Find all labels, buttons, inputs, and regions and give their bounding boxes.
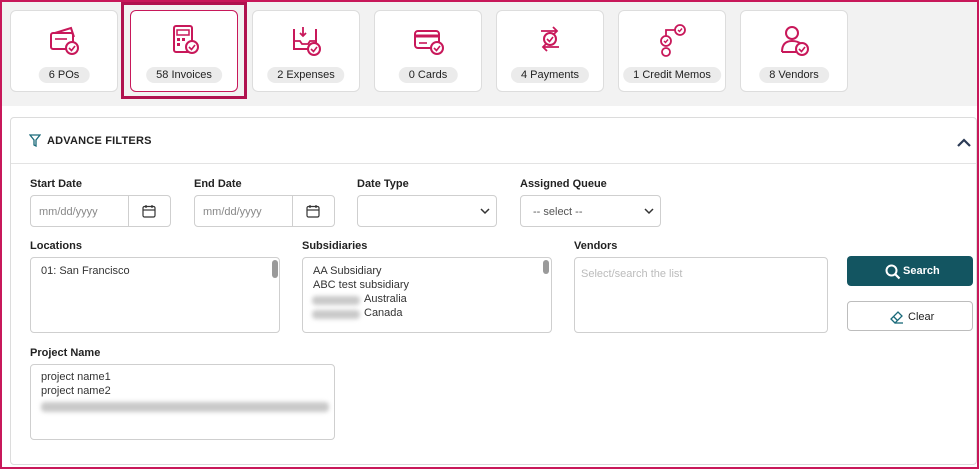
project-option[interactable]: project name2 <box>41 385 111 397</box>
calendar-icon <box>306 205 320 218</box>
chevron-down-icon <box>480 208 490 215</box>
project-name-label: Project Name <box>30 347 101 359</box>
project-name-listbox[interactable]: project name1 project name2 <box>30 364 335 440</box>
search-button-label: Search <box>903 265 940 277</box>
locations-label: Locations <box>30 240 82 252</box>
filter-funnel-icon <box>29 134 41 147</box>
location-option[interactable]: 01: San Francisco <box>41 265 130 277</box>
start-date-field[interactable]: mm/dd/yyyy <box>30 195 171 227</box>
tile-vendors-label: 8 Vendors <box>759 67 829 83</box>
subsidiaries-scrollbar[interactable] <box>543 260 549 274</box>
search-icon <box>885 264 901 280</box>
start-date-placeholder: mm/dd/yyyy <box>39 206 98 218</box>
subsidiary-option[interactable]: Australia <box>364 293 407 305</box>
subsidiary-option[interactable]: Canada <box>364 307 403 319</box>
tile-expenses[interactable]: 2 Expenses <box>252 10 360 92</box>
redacted-text <box>41 402 329 412</box>
assigned-queue-label: Assigned Queue <box>520 178 607 190</box>
date-type-select[interactable] <box>357 195 497 227</box>
end-date-label: End Date <box>194 178 242 190</box>
invoice-calculator-icon <box>173 25 199 54</box>
date-type-label: Date Type <box>357 178 409 190</box>
assigned-queue-value: -- select -- <box>533 206 583 218</box>
advance-filters-header[interactable]: ADVANCE FILTERS <box>11 118 976 164</box>
subsidiaries-label: Subsidiaries <box>302 240 368 252</box>
project-option[interactable]: project name1 <box>41 371 111 383</box>
tile-credit-memos-label: 1 Credit Memos <box>623 67 721 83</box>
end-date-placeholder: mm/dd/yyyy <box>203 206 262 218</box>
advance-filters-title: ADVANCE FILTERS <box>47 135 152 147</box>
subsidiaries-listbox[interactable]: AA Subsidiary ABC test subsidiary Austra… <box>302 257 552 333</box>
assigned-queue-select[interactable]: -- select -- <box>520 195 661 227</box>
tile-credit-memos[interactable]: 1 Credit Memos <box>618 10 726 92</box>
tile-payments-label: 4 Payments <box>510 67 590 83</box>
purchase-orders-icon <box>50 26 79 55</box>
chevron-down-icon <box>644 208 654 215</box>
end-date-calendar-button[interactable] <box>292 196 334 226</box>
search-button[interactable]: Search <box>847 256 973 286</box>
redacted-text <box>312 296 360 305</box>
calendar-icon <box>142 205 156 218</box>
locations-listbox[interactable]: 01: San Francisco <box>30 257 280 333</box>
tile-cards-label: 0 Cards <box>398 67 458 83</box>
vendors-listbox[interactable]: Select/search the list <box>574 257 828 333</box>
expenses-tray-icon <box>293 27 321 56</box>
eraser-icon <box>890 311 903 324</box>
advance-filters-panel: ADVANCE FILTERS Start Date End Date Date… <box>10 117 977 465</box>
clear-button-label: Clear <box>908 311 935 323</box>
subsidiary-option[interactable]: ABC test subsidiary <box>313 279 409 291</box>
subsidiary-option[interactable]: AA Subsidiary <box>313 265 381 277</box>
tile-expenses-label: 2 Expenses <box>267 67 345 83</box>
redacted-text <box>312 310 360 319</box>
start-date-label: Start Date <box>30 178 82 190</box>
vendors-label: Vendors <box>574 240 618 252</box>
tile-invoices-label: 58 Invoices <box>146 67 222 83</box>
tile-pos-label: 6 POs <box>38 67 90 83</box>
vendor-person-icon <box>781 26 809 56</box>
tile-payments[interactable]: 4 Payments <box>496 10 604 92</box>
tile-pos[interactable]: 6 POs <box>10 10 118 92</box>
tile-invoices[interactable]: 58 Invoices <box>130 10 238 92</box>
clear-button[interactable]: Clear <box>847 301 973 331</box>
summary-tiles-bar: 6 POs 58 Invoices 2 Expenses 0 Cards 4 P… <box>2 2 977 106</box>
credit-memo-icon <box>660 24 686 57</box>
vendors-placeholder: Select/search the list <box>581 268 683 280</box>
chevron-up-icon[interactable] <box>956 138 972 148</box>
tile-cards[interactable]: 0 Cards <box>374 10 482 92</box>
credit-card-icon <box>414 30 444 55</box>
payments-exchange-icon <box>541 26 559 52</box>
tile-vendors[interactable]: 8 Vendors <box>740 10 848 92</box>
start-date-calendar-button[interactable] <box>128 196 170 226</box>
locations-scrollbar[interactable] <box>272 260 278 278</box>
end-date-field[interactable]: mm/dd/yyyy <box>194 195 335 227</box>
